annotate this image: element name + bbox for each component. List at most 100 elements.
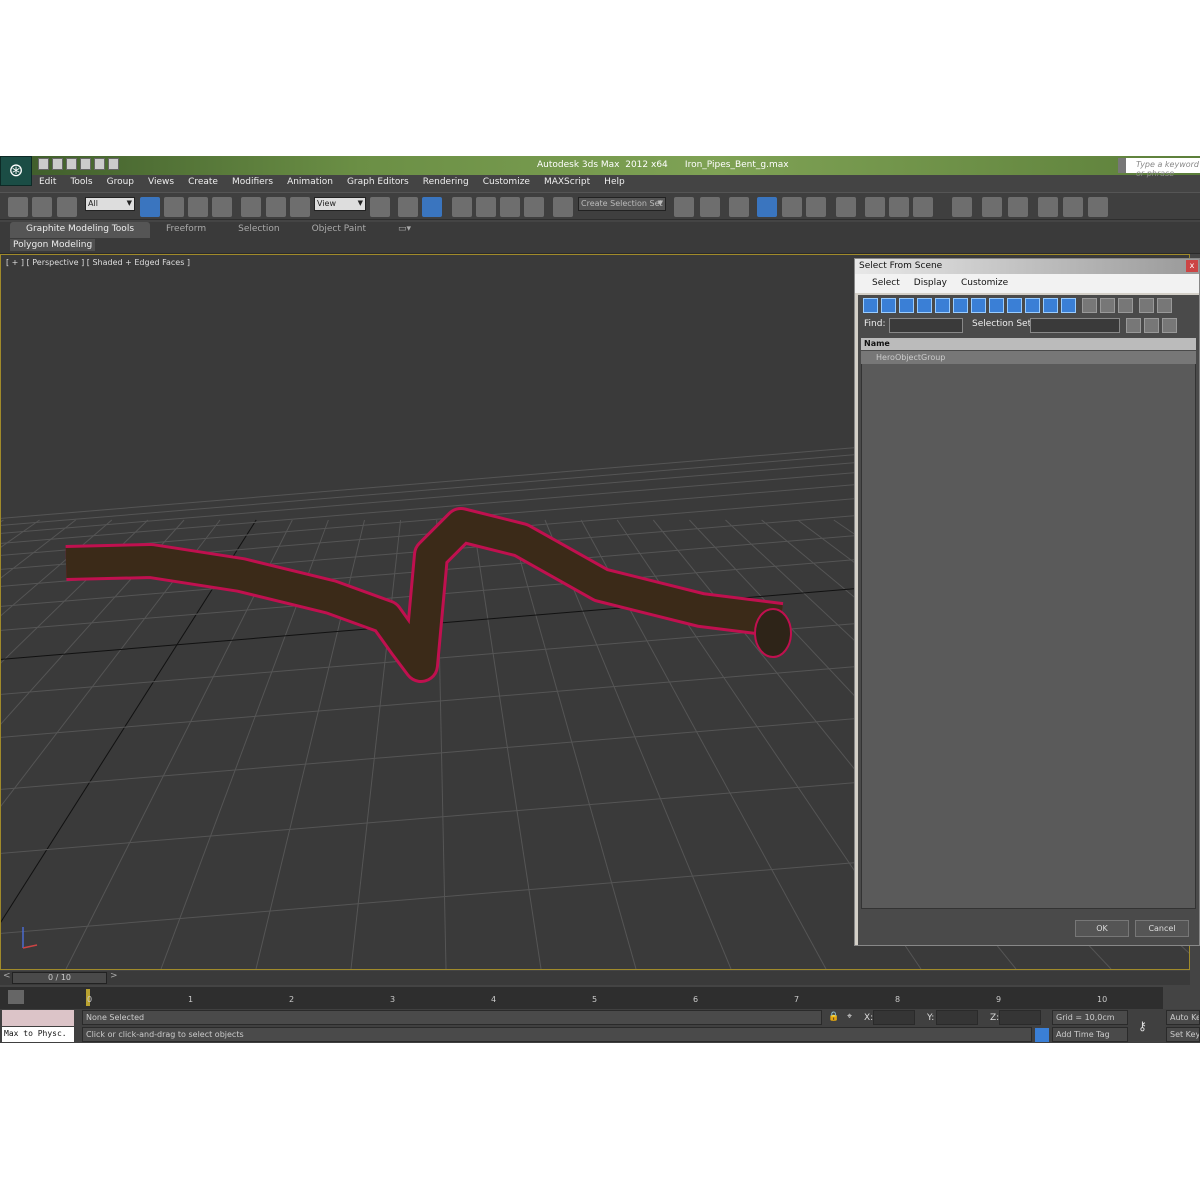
z-coordinate-input[interactable]	[999, 1010, 1041, 1025]
curve-editor-icon[interactable]	[782, 197, 802, 217]
display-bones-icon[interactable]	[1007, 298, 1022, 313]
lock-icon[interactable]: 🔒	[828, 1012, 839, 1022]
display-containers-icon[interactable]	[1025, 298, 1040, 313]
edit-named-selection-icon[interactable]	[553, 197, 573, 217]
tab-object-paint[interactable]: Object Paint	[296, 222, 382, 238]
reference-coordinate-dropdown[interactable]: View	[314, 197, 366, 211]
step-simulation-icon[interactable]	[1088, 197, 1108, 217]
set-key-icon[interactable]: ⚷	[1138, 1019, 1147, 1033]
select-by-name-icon[interactable]	[164, 197, 184, 217]
angle-snap-icon[interactable]	[476, 197, 496, 217]
find-input[interactable]	[889, 318, 963, 333]
dialog-menu-select[interactable]: Select	[865, 274, 907, 293]
reset-simulation-icon[interactable]	[1038, 197, 1058, 217]
close-icon[interactable]: x	[1186, 260, 1198, 272]
selection-filter-dropdown[interactable]: All	[85, 197, 135, 211]
display-frozen-icon[interactable]	[1043, 298, 1058, 313]
time-slider[interactable]: 0 / 10	[12, 972, 107, 984]
menu-help[interactable]: Help	[597, 175, 632, 191]
explore-icon[interactable]	[1008, 197, 1028, 217]
save-icon[interactable]	[66, 158, 77, 170]
app-logo-button[interactable]: ⊛	[0, 156, 32, 186]
polygon-modeling-panel[interactable]: Polygon Modeling	[10, 239, 96, 251]
prev-frame-button[interactable]: <	[3, 971, 11, 981]
select-invert-icon[interactable]	[1118, 298, 1133, 313]
dialog-menu-customize[interactable]: Customize	[954, 274, 1015, 293]
ribbon-options-icon[interactable]: ▭▾	[382, 222, 427, 238]
menu-create[interactable]: Create	[181, 175, 225, 191]
graphite-toggle-icon[interactable]	[757, 197, 777, 217]
cancel-button[interactable]: Cancel	[1135, 920, 1189, 937]
tab-graphite-modeling-tools[interactable]: Graphite Modeling Tools	[10, 222, 151, 238]
list-item[interactable]: HeroObjectGroup	[861, 351, 1196, 364]
display-geometry-icon[interactable]	[863, 298, 878, 313]
add-time-tag-button[interactable]: Add Time Tag	[1052, 1027, 1128, 1042]
menu-edit[interactable]: Edit	[32, 175, 63, 191]
select-none-icon[interactable]	[1100, 298, 1115, 313]
unlink-icon[interactable]	[32, 197, 52, 217]
menu-rendering[interactable]: Rendering	[416, 175, 476, 191]
maxscript-listener-pink[interactable]	[2, 1010, 74, 1026]
tab-freeform[interactable]: Freeform	[150, 222, 222, 238]
absolute-mode-icon[interactable]: ⌖	[847, 1012, 852, 1022]
display-lights-icon[interactable]	[899, 298, 914, 313]
menu-customize[interactable]: Customize	[476, 175, 537, 191]
next-frame-button[interactable]: >	[110, 971, 118, 981]
open-file-icon[interactable]	[52, 158, 63, 170]
manipulate-icon[interactable]	[398, 197, 418, 217]
auto-key-button[interactable]: Auto Key	[1166, 1010, 1200, 1025]
dialog-menu-display[interactable]: Display	[907, 274, 954, 293]
select-object-icon[interactable]	[140, 197, 160, 217]
keyboard-shortcut-override-icon[interactable]	[422, 197, 442, 217]
percent-snap-icon[interactable]	[500, 197, 520, 217]
object-list[interactable]	[861, 351, 1196, 909]
display-helpers-icon[interactable]	[935, 298, 950, 313]
display-groups-icon[interactable]	[971, 298, 986, 313]
play-simulation-icon[interactable]	[1063, 197, 1083, 217]
x-coordinate-input[interactable]	[873, 1010, 915, 1025]
mirror-icon[interactable]	[674, 197, 694, 217]
project-folder-icon[interactable]	[108, 158, 119, 170]
remove-from-selection-set-icon[interactable]	[1162, 318, 1177, 333]
link-icon[interactable]	[8, 197, 28, 217]
display-space-warps-icon[interactable]	[953, 298, 968, 313]
material-editor-icon[interactable]	[836, 197, 856, 217]
new-file-icon[interactable]	[38, 158, 49, 170]
menu-views[interactable]: Views	[141, 175, 181, 191]
add-to-selection-set-icon[interactable]	[1144, 318, 1159, 333]
display-hidden-icon[interactable]	[1061, 298, 1076, 313]
maxscript-mini-listener[interactable]: Max to Physc.	[2, 1027, 74, 1042]
render-production-icon[interactable]	[913, 197, 933, 217]
time-tag-icon[interactable]	[1035, 1028, 1049, 1042]
column-header-name[interactable]: Name	[861, 338, 1196, 350]
bind-space-warp-icon[interactable]	[57, 197, 77, 217]
menu-group[interactable]: Group	[100, 175, 141, 191]
display-xrefs-icon[interactable]	[989, 298, 1004, 313]
display-shapes-icon[interactable]	[881, 298, 896, 313]
align-icon[interactable]	[700, 197, 720, 217]
pivot-center-icon[interactable]	[370, 197, 390, 217]
mini-curve-editor-icon[interactable]	[8, 990, 24, 1004]
menu-tools[interactable]: Tools	[63, 175, 99, 191]
track-bar[interactable]: 0 1 2 3 4 5 6 7 8 9 10	[0, 987, 1163, 1009]
simulate-icon[interactable]	[982, 197, 1002, 217]
move-icon[interactable]	[241, 197, 261, 217]
rectangular-selection-icon[interactable]	[188, 197, 208, 217]
redo-icon[interactable]	[94, 158, 105, 170]
rotate-icon[interactable]	[266, 197, 286, 217]
set-key-button[interactable]: Set Key	[1166, 1027, 1200, 1042]
layer-manager-icon[interactable]	[729, 197, 749, 217]
render-setup-icon[interactable]	[865, 197, 885, 217]
selection-set-dropdown[interactable]	[1030, 318, 1120, 333]
window-crossing-icon[interactable]	[212, 197, 232, 217]
menu-graph-editors[interactable]: Graph Editors	[340, 175, 416, 191]
physx-icon[interactable]	[952, 197, 972, 217]
create-selection-set-icon[interactable]	[1126, 318, 1141, 333]
filter-icon[interactable]	[1139, 298, 1154, 313]
tab-selection[interactable]: Selection	[222, 222, 295, 238]
y-coordinate-input[interactable]	[936, 1010, 978, 1025]
menu-maxscript[interactable]: MAXScript	[537, 175, 597, 191]
menu-animation[interactable]: Animation	[280, 175, 340, 191]
snaps-toggle-icon[interactable]	[452, 197, 472, 217]
viewport-label[interactable]: [ + ] [ Perspective ] [ Shaded + Edged F…	[6, 258, 190, 267]
